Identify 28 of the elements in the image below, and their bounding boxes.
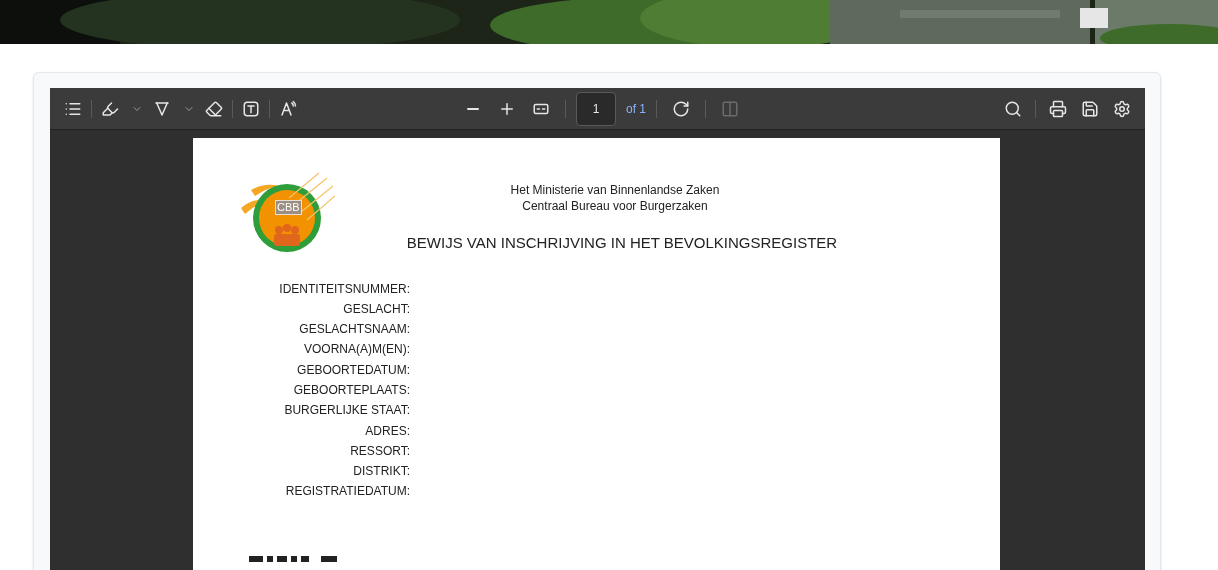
read-aloud-icon — [279, 99, 297, 118]
field-label: GEBOORTEPLAATS: — [293, 382, 410, 399]
header-line: Centraal Bureau voor Burgerzaken — [522, 198, 708, 214]
logo-text: CBB — [275, 200, 302, 215]
search-icon — [1004, 99, 1022, 118]
field-label: ADRES: — [365, 422, 410, 440]
settings-icon — [1113, 99, 1131, 118]
zoom-out-icon — [467, 107, 479, 110]
print-icon — [1049, 99, 1067, 118]
field-label: IDENTITEITSNUMMER: — [279, 280, 410, 298]
field-label: REGISTRATIEDATUM: — [285, 483, 410, 501]
header-line: Het Ministerie van Binnenlandse Zaken — [510, 182, 720, 198]
text-box-icon — [242, 99, 260, 118]
save-icon — [1081, 99, 1099, 118]
rotate-icon — [672, 99, 690, 118]
page-number-field[interactable]: 1 — [576, 91, 616, 126]
document-title: BEWIJS VAN INSCHRIJVING IN HET BEVOLKINGSREGISTER — [406, 233, 838, 253]
field-label: BURGERLIJKE STAAT: — [284, 402, 410, 420]
two-page-icon — [721, 99, 739, 118]
eraser-icon — [205, 99, 223, 118]
field-label: GESLACHT: — [343, 300, 410, 318]
highlighter-icon — [101, 99, 119, 118]
field-label: RESSORT: — [350, 442, 410, 460]
field-label: VOORNA(A)M(EN): — [304, 341, 410, 359]
field-label: DISTRIKT: — [353, 463, 410, 481]
page-count: of 1 — [626, 100, 646, 118]
field-label: GESLACHTSNAAM: — [299, 321, 410, 339]
field-label: GEBOORTEDATUM: — [297, 361, 410, 379]
